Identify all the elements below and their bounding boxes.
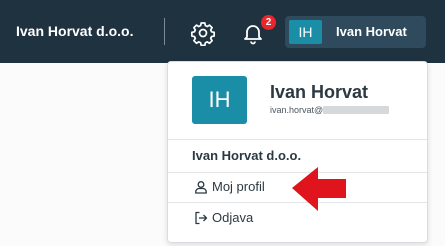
company-name: Ivan Horvat d.o.o. (16, 23, 134, 39)
user-dropdown-menu: IH Ivan Horvat ivan.horvat@ Ivan Horvat … (167, 61, 428, 243)
navbar-divider (164, 18, 165, 45)
profile-full-name: Ivan Horvat (270, 82, 369, 102)
notification-count-badge: 2 (261, 15, 276, 30)
user-icon (195, 181, 207, 194)
user-avatar: IH (289, 20, 322, 44)
menu-divider (168, 139, 427, 140)
settings-gear-icon[interactable] (190, 20, 216, 46)
profile-email: ivan.horvat@ (270, 105, 324, 115)
organization-name: Ivan Horvat d.o.o. (192, 148, 302, 163)
user-name: Ivan Horvat (336, 24, 407, 39)
top-navbar: Ivan Horvat d.o.o. 2 IH Ivan Horvat (0, 0, 445, 63)
email-redaction (323, 106, 389, 114)
user-menu-button[interactable]: IH Ivan Horvat (285, 16, 426, 48)
logout-icon (195, 211, 208, 225)
profile-avatar: IH (192, 76, 247, 124)
menu-item-label: Odjava (212, 210, 254, 225)
menu-item-label: Moj profil (212, 179, 265, 194)
red-annotation-arrow (292, 167, 346, 211)
